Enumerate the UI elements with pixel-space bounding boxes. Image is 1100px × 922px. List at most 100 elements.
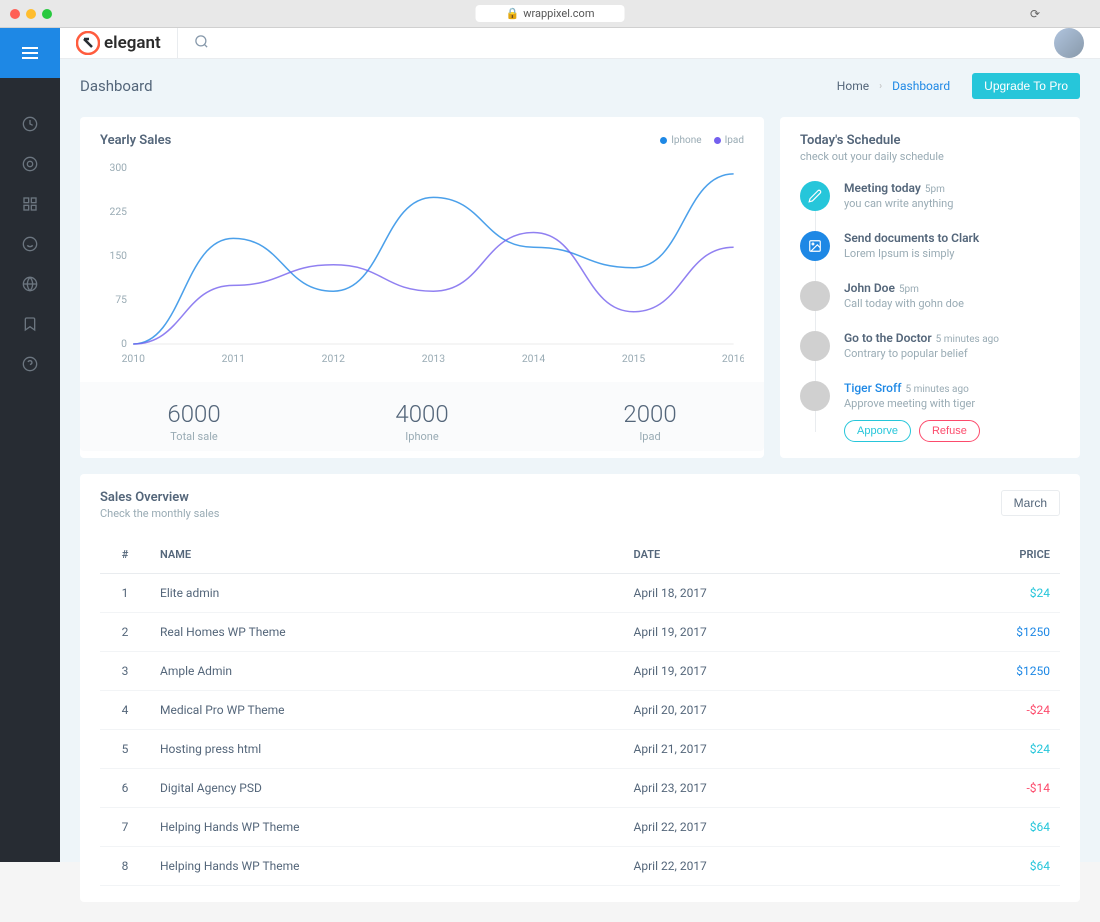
bookmark-icon — [22, 316, 38, 332]
logo-text: elegant — [104, 33, 161, 53]
upgrade-button[interactable]: Upgrade To Pro — [972, 73, 1080, 99]
col-name: NAME — [150, 536, 624, 574]
sidebar-item-dashboard[interactable] — [14, 108, 46, 140]
cell-name: Real Homes WP Theme — [150, 613, 624, 652]
window-minimize-icon[interactable] — [26, 9, 36, 19]
stat-label: Iphone — [308, 430, 536, 443]
col-num: # — [100, 536, 150, 574]
svg-text:2016: 2016 — [722, 354, 744, 365]
sidebar-item-charts[interactable] — [14, 308, 46, 340]
cell-num: 7 — [100, 808, 150, 847]
url-bar[interactable]: 🔒 wrappixel.com — [476, 5, 625, 22]
stat-iphone: 4000Iphone — [308, 400, 536, 443]
window-close-icon[interactable] — [10, 9, 20, 19]
breadcrumb-home[interactable]: Home — [837, 79, 869, 93]
svg-text:0: 0 — [121, 339, 127, 350]
col-date: DATE — [624, 536, 901, 574]
cell-date: April 22, 2017 — [624, 808, 901, 847]
legend-label: Iphone — [671, 135, 701, 146]
svg-text:2012: 2012 — [322, 354, 346, 365]
breadcrumb: Home › Dashboard Upgrade To Pro — [837, 73, 1080, 99]
cell-price: $24 — [900, 574, 1060, 613]
browser-chrome: 🔒 wrappixel.com ⟳ — [0, 0, 1100, 28]
cell-num: 4 — [100, 691, 150, 730]
svg-text:2011: 2011 — [222, 354, 245, 365]
chevron-right-icon: › — [879, 81, 882, 92]
cell-price: $1250 — [900, 652, 1060, 691]
cell-price: -$24 — [900, 691, 1060, 730]
sales-title: Sales Overview — [100, 490, 219, 505]
cell-name: Elite admin — [150, 574, 624, 613]
page-title: Dashboard — [80, 77, 153, 95]
search-button[interactable] — [194, 34, 209, 53]
schedule-item-desc: Call today with gohn doe — [844, 297, 1060, 310]
schedule-item-title: Meeting today5pm — [844, 181, 1060, 195]
schedule-item: Meeting today5pm you can write anything — [800, 181, 1060, 211]
schedule-avatar-icon — [800, 281, 830, 311]
schedule-item-desc: you can write anything — [844, 197, 1060, 210]
cell-name: Medical Pro WP Theme — [150, 691, 624, 730]
schedule-item-desc: Lorem Ipsum is simply — [844, 247, 1060, 260]
help-icon — [22, 356, 38, 372]
stat-ipad: 2000Ipad — [536, 400, 764, 443]
logo[interactable]: elegant — [76, 31, 161, 55]
table-row: 5 Hosting press html April 21, 2017 $24 — [100, 730, 1060, 769]
cell-num: 2 — [100, 613, 150, 652]
svg-text:2013: 2013 — [422, 354, 446, 365]
cell-date: April 19, 2017 — [624, 652, 901, 691]
schedule-item-title: John Doe5pm — [844, 281, 1060, 295]
cell-name: Helping Hands WP Theme — [150, 847, 624, 886]
cell-price: $24 — [900, 730, 1060, 769]
schedule-avatar-icon — [800, 231, 830, 261]
sidebar-item-forms[interactable] — [14, 228, 46, 260]
stat-label: Total sale — [80, 430, 308, 443]
schedule-item-desc: Contrary to popular belief — [844, 347, 1060, 360]
schedule-avatar-icon — [800, 331, 830, 361]
cell-price: $1250 — [900, 613, 1060, 652]
hamburger-icon — [22, 52, 38, 54]
menu-toggle[interactable] — [0, 28, 60, 78]
sales-table: # NAME DATE PRICE 1 Elite admin April 18… — [100, 536, 1060, 886]
cell-date: April 21, 2017 — [624, 730, 901, 769]
cell-date: April 18, 2017 — [624, 574, 901, 613]
schedule-avatar-icon — [800, 181, 830, 211]
schedule-item-time: 5pm — [925, 184, 945, 195]
schedule-subtitle: check out your daily schedule — [800, 150, 1060, 163]
cell-price: $64 — [900, 847, 1060, 886]
legend-dot-icon — [660, 137, 667, 144]
schedule-item: Send documents to Clark Lorem Ipsum is si… — [800, 231, 1060, 261]
sidebar-item-ui[interactable] — [14, 188, 46, 220]
sidebar — [0, 28, 60, 862]
approve-button[interactable]: Apporve — [844, 420, 911, 442]
svg-text:2010: 2010 — [122, 354, 146, 365]
cell-price: $64 — [900, 808, 1060, 847]
stat-total-sale: 6000Total sale — [80, 400, 308, 443]
table-row: 6 Digital Agency PSD April 23, 2017 -$14 — [100, 769, 1060, 808]
refuse-button[interactable]: Refuse — [919, 420, 980, 442]
url-text: wrappixel.com — [523, 7, 594, 20]
cell-date: April 23, 2017 — [624, 769, 901, 808]
schedule-item: John Doe5pm Call today with gohn doe — [800, 281, 1060, 311]
sidebar-item-apps[interactable] — [14, 148, 46, 180]
refresh-icon[interactable]: ⟳ — [1030, 7, 1040, 21]
user-avatar[interactable] — [1054, 28, 1084, 58]
cell-price: -$14 — [900, 769, 1060, 808]
cell-date: April 19, 2017 — [624, 613, 901, 652]
sidebar-item-help[interactable] — [14, 348, 46, 380]
svg-text:75: 75 — [115, 295, 127, 306]
schedule-item-title: Go to the Doctor5 minutes ago — [844, 331, 1060, 345]
schedule-item: Go to the Doctor5 minutes ago Contrary to… — [800, 331, 1060, 361]
cell-name: Digital Agency PSD — [150, 769, 624, 808]
schedule-item-title: Send documents to Clark — [844, 231, 1060, 245]
schedule-item-title[interactable]: Tiger Sroff5 minutes ago — [844, 381, 1060, 395]
cell-name: Ample Admin — [150, 652, 624, 691]
schedule-avatar-icon — [800, 381, 830, 411]
logo-icon — [76, 31, 100, 55]
cell-name: Hosting press html — [150, 730, 624, 769]
month-select[interactable]: March — [1001, 490, 1060, 516]
smile-icon — [22, 236, 38, 252]
table-row: 8 Helping Hands WP Theme April 22, 2017 … — [100, 847, 1060, 886]
sidebar-item-pages[interactable] — [14, 268, 46, 300]
window-maximize-icon[interactable] — [42, 9, 52, 19]
breadcrumb-current: Dashboard — [892, 79, 950, 93]
